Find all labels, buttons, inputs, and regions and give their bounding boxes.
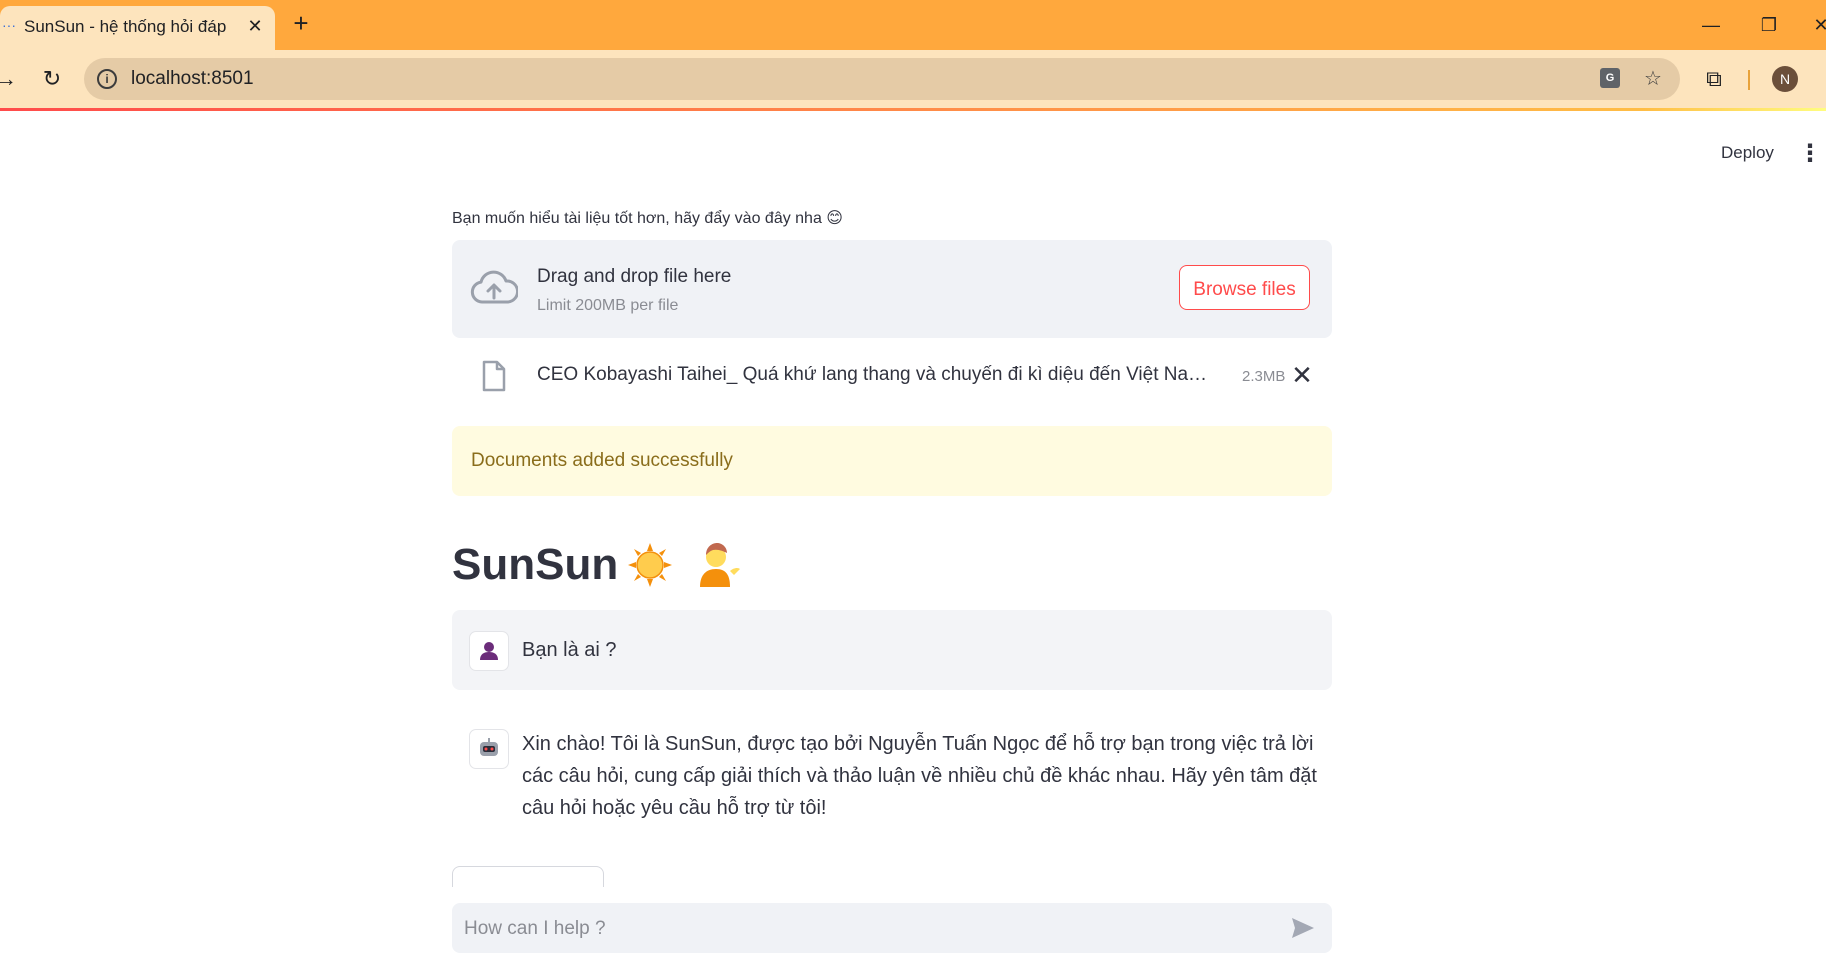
bookmark-star-icon[interactable]: ☆: [1640, 66, 1666, 92]
file-dropzone[interactable]: Drag and drop file here Limit 200MB per …: [452, 240, 1332, 338]
new-tab-icon[interactable]: +: [288, 10, 314, 36]
app-status-bar: [0, 108, 1826, 111]
person-tipping-hand-icon: [700, 543, 741, 587]
browser-titlebar: ··· SunSun - hệ thống hỏi đáp ✕ + — ❐ ✕: [0, 0, 1826, 50]
file-name: CEO Kobayashi Taihei_ Quá khứ lang thang…: [537, 364, 1217, 385]
file-icon: [482, 360, 506, 392]
browse-files-button[interactable]: Browse files: [1179, 265, 1310, 310]
main-menu-icon[interactable]: ⋮: [1798, 140, 1822, 168]
close-window-icon[interactable]: ✕: [1806, 10, 1826, 40]
dropzone-title: Drag and drop file here: [537, 266, 732, 287]
toolbar-divider: [1748, 70, 1750, 90]
page-title-text: SunSun: [452, 540, 619, 589]
user-message-text: Bạn là ai ?: [522, 639, 617, 661]
minimize-icon[interactable]: —: [1696, 10, 1726, 40]
uploader-label: Bạn muốn hiểu tài liệu tốt hơn, hãy đẩy …: [452, 210, 843, 227]
loading-icon: ···: [2, 17, 16, 33]
dropzone-limit: Limit 200MB per file: [537, 297, 679, 314]
profile-avatar[interactable]: N: [1772, 66, 1798, 92]
assistant-message-text: Xin chào! Tôi là SunSun, được tạo bởi Ng…: [522, 733, 1317, 819]
chat-input-box[interactable]: [452, 903, 1332, 955]
url-text[interactable]: localhost:8501: [131, 68, 254, 90]
remove-file-icon[interactable]: ✕: [1288, 360, 1316, 390]
upload-cloud-icon: [470, 270, 518, 304]
extensions-icon[interactable]: ⧉: [1700, 65, 1728, 93]
send-icon[interactable]: [1290, 916, 1316, 940]
success-alert-text: Documents added successfully: [471, 450, 733, 471]
forward-icon[interactable]: →: [0, 65, 20, 93]
browser-tab[interactable]: ··· SunSun - hệ thống hỏi đáp ✕: [0, 6, 275, 50]
page-title: SunSun: [452, 535, 742, 595]
browser-toolbar: → ↻ i localhost:8501 G ☆ ⧉ N: [0, 50, 1826, 108]
chat-message-user: Bạn là ai ?: [452, 610, 1332, 690]
restore-icon[interactable]: ❐: [1754, 10, 1784, 40]
sun-icon: [628, 543, 673, 587]
tab-title: SunSun - hệ thống hỏi đáp: [24, 17, 227, 36]
close-tab-icon[interactable]: ✕: [244, 15, 266, 37]
site-info-icon[interactable]: i: [97, 69, 117, 89]
reload-icon[interactable]: ↻: [38, 65, 66, 93]
uploaded-file: CEO Kobayashi Taihei_ Quá khứ lang thang…: [452, 356, 1332, 396]
file-size: 2.3MB: [1242, 368, 1286, 385]
success-alert: Documents added successfully: [452, 426, 1332, 496]
partially-hidden-button[interactable]: [452, 866, 604, 887]
chat-input[interactable]: [462, 903, 1266, 955]
deploy-button[interactable]: Deploy: [1721, 143, 1774, 163]
bot-avatar-icon: [469, 729, 509, 769]
address-bar[interactable]: i localhost:8501 G ☆: [84, 58, 1680, 100]
chat-message-assistant: Xin chào! Tôi là SunSun, được tạo bởi Ng…: [452, 716, 1332, 836]
user-avatar-icon: [469, 631, 509, 671]
translate-icon[interactable]: G: [1600, 68, 1620, 88]
